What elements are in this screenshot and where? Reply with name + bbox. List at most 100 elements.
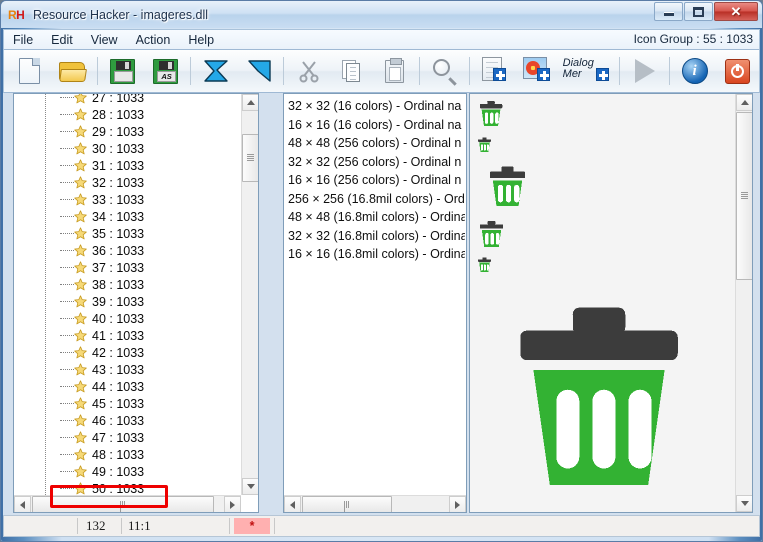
tree-row[interactable]: 48 : 1033 — [14, 446, 241, 463]
icon-variant-list[interactable]: 32 × 32 (16 colors) - Ordinal na 16 × 16 … — [284, 97, 465, 494]
gold-star-icon — [74, 329, 87, 342]
save-as-button[interactable]: AS — [144, 51, 187, 91]
add-resource-button[interactable] — [473, 51, 516, 91]
dialog-merge-button[interactable]: Dialog Mer — [559, 51, 616, 91]
menu-item-file[interactable]: File — [4, 31, 42, 49]
icon-variant-row[interactable]: 32 × 32 (256 colors) - Ordinal n — [284, 153, 465, 172]
menu-item-action[interactable]: Action — [127, 31, 180, 49]
tree-row[interactable]: 33 : 1033 — [14, 191, 241, 208]
tree-vertical-scrollbar[interactable] — [241, 94, 258, 495]
icon-variant-row[interactable]: 48 × 48 (16.8mil colors) - Ordina — [284, 208, 465, 227]
preview-vertical-scrollbar[interactable] — [735, 94, 752, 512]
preview-vertical-scroll-thumb[interactable] — [736, 112, 752, 280]
find-button[interactable] — [423, 51, 466, 91]
menu-item-help[interactable]: Help — [179, 31, 223, 49]
tree-row[interactable]: 28 : 1033 — [14, 106, 241, 123]
close-icon: ✕ — [730, 4, 742, 19]
tree-scroll-right-button[interactable] — [224, 496, 241, 512]
recycle-bin-icon-32-16c — [479, 100, 503, 127]
icon-variant-list-panel[interactable]: 32 × 32 (16 colors) - Ordinal na 16 × 16 … — [283, 93, 467, 513]
icon-variant-row[interactable]: 16 × 16 (16.8mil colors) - Ordina — [284, 245, 465, 264]
tree-vertical-scroll-thumb[interactable] — [242, 134, 258, 182]
tree-row[interactable]: 46 : 1033 — [14, 412, 241, 429]
tree-row[interactable]: 40 : 1033 — [14, 310, 241, 327]
recycle-bin-icon-32-256c — [479, 220, 504, 248]
icon-variant-row[interactable]: 32 × 32 (16.8mil colors) - Ordina — [284, 227, 465, 246]
tree-connector-dots — [60, 165, 74, 166]
close-button[interactable]: ✕ — [714, 2, 758, 21]
chevron-up-icon — [740, 100, 749, 105]
open-file-button[interactable] — [51, 51, 94, 91]
menu-item-view[interactable]: View — [82, 31, 127, 49]
exit-button[interactable] — [716, 51, 759, 91]
tree-row[interactable]: 27 : 1033 — [14, 94, 241, 106]
save-as-icon: AS — [153, 58, 179, 84]
tree-row[interactable]: 45 : 1033 — [14, 395, 241, 412]
tree-row[interactable]: 31 : 1033 — [14, 157, 241, 174]
add-image-button[interactable] — [516, 51, 559, 91]
gold-star-icon — [74, 193, 87, 206]
save-button[interactable] — [101, 51, 144, 91]
icon-variant-row[interactable]: 48 × 48 (256 colors) - Ordinal n — [284, 134, 465, 153]
list-horizontal-scroll-thumb[interactable] — [302, 496, 392, 512]
menu-item-edit[interactable]: Edit — [42, 31, 82, 49]
dialog-merge-icon: Dialog Mer — [563, 57, 613, 85]
gold-star-icon — [74, 380, 87, 393]
tree-row[interactable]: 39 : 1033 — [14, 293, 241, 310]
list-scroll-right-button[interactable] — [449, 496, 466, 512]
tree-row[interactable]: 37 : 1033 — [14, 259, 241, 276]
icon-preview-panel[interactable] — [469, 93, 753, 513]
tree-row[interactable]: 35 : 1033 — [14, 225, 241, 242]
tree-row[interactable]: 34 : 1033 — [14, 208, 241, 225]
resource-tree-panel[interactable]: 27 : 1033 28 : 1033 29 : 1033 30 : 1033 31 :… — [13, 93, 259, 513]
menu-bar: File Edit View Action Help Icon Group : … — [3, 29, 760, 50]
tree-row-label: 38 : 1033 — [92, 277, 145, 292]
copy-button[interactable] — [330, 51, 373, 91]
tree-scroll-up-button[interactable] — [242, 94, 258, 111]
tree-horizontal-scroll-thumb[interactable] — [32, 496, 214, 512]
show-script-button[interactable] — [237, 51, 280, 91]
tree-scroll-left-button[interactable] — [14, 496, 31, 512]
tree-connector-dots — [60, 420, 74, 421]
splitter-left[interactable] — [259, 93, 273, 513]
tree-row[interactable]: 43 : 1033 — [14, 361, 241, 378]
paste-button[interactable] — [373, 51, 416, 91]
run-button[interactable] — [623, 51, 666, 91]
tree-row[interactable]: 29 : 1033 — [14, 123, 241, 140]
preview-scroll-up-button[interactable] — [736, 94, 752, 111]
tree-scroll-down-button[interactable] — [242, 478, 258, 495]
gold-star-icon — [74, 278, 87, 291]
tree-row[interactable]: 42 : 1033 — [14, 344, 241, 361]
tree-row[interactable]: 41 : 1033 — [14, 327, 241, 344]
tree-row[interactable]: 38 : 1033 — [14, 276, 241, 293]
maximize-button[interactable] — [684, 2, 713, 21]
tree-row[interactable]: 47 : 1033 — [14, 429, 241, 446]
new-file-button[interactable] — [8, 51, 51, 91]
tree-row[interactable]: 49 : 1033 — [14, 463, 241, 480]
tree-horizontal-scrollbar[interactable] — [14, 495, 241, 512]
list-horizontal-scrollbar[interactable] — [284, 495, 466, 512]
preview-scroll-down-button[interactable] — [736, 495, 752, 512]
info-button[interactable]: i — [673, 51, 716, 91]
window-controls: ✕ — [654, 2, 758, 21]
tree-row-label: 44 : 1033 — [92, 379, 145, 394]
tree-row[interactable]: 32 : 1033 — [14, 174, 241, 191]
tree-row-label: 29 : 1033 — [92, 124, 145, 139]
list-scroll-left-button[interactable] — [284, 496, 301, 512]
add-image-icon — [522, 57, 554, 85]
minimize-button[interactable] — [654, 2, 683, 21]
icon-variant-label: 16 × 16 (16 colors) - Ordinal na — [288, 117, 462, 132]
cut-button[interactable] — [287, 51, 330, 91]
icon-variant-row[interactable]: 32 × 32 (16 colors) - Ordinal na — [284, 97, 465, 116]
tree-row-label: 27 : 1033 — [92, 94, 145, 105]
resource-tree-list[interactable]: 27 : 1033 28 : 1033 29 : 1033 30 : 1033 31 :… — [14, 94, 241, 495]
icon-variant-row[interactable]: 16 × 16 (16 colors) - Ordinal na — [284, 116, 465, 135]
tree-row[interactable]: 36 : 1033 — [14, 242, 241, 259]
tree-row[interactable]: 30 : 1033 — [14, 140, 241, 157]
icon-variant-row[interactable]: 16 × 16 (256 colors) - Ordinal n — [284, 171, 465, 190]
compile-script-button[interactable] — [194, 51, 237, 91]
icon-variant-label: 48 × 48 (256 colors) - Ordinal n — [288, 136, 462, 150]
tree-row[interactable]: 44 : 1033 — [14, 378, 241, 395]
icon-variant-row[interactable]: 256 × 256 (16.8mil colors) - Ord — [284, 190, 465, 209]
tree-row[interactable]: 50 : 1033 — [14, 480, 241, 495]
